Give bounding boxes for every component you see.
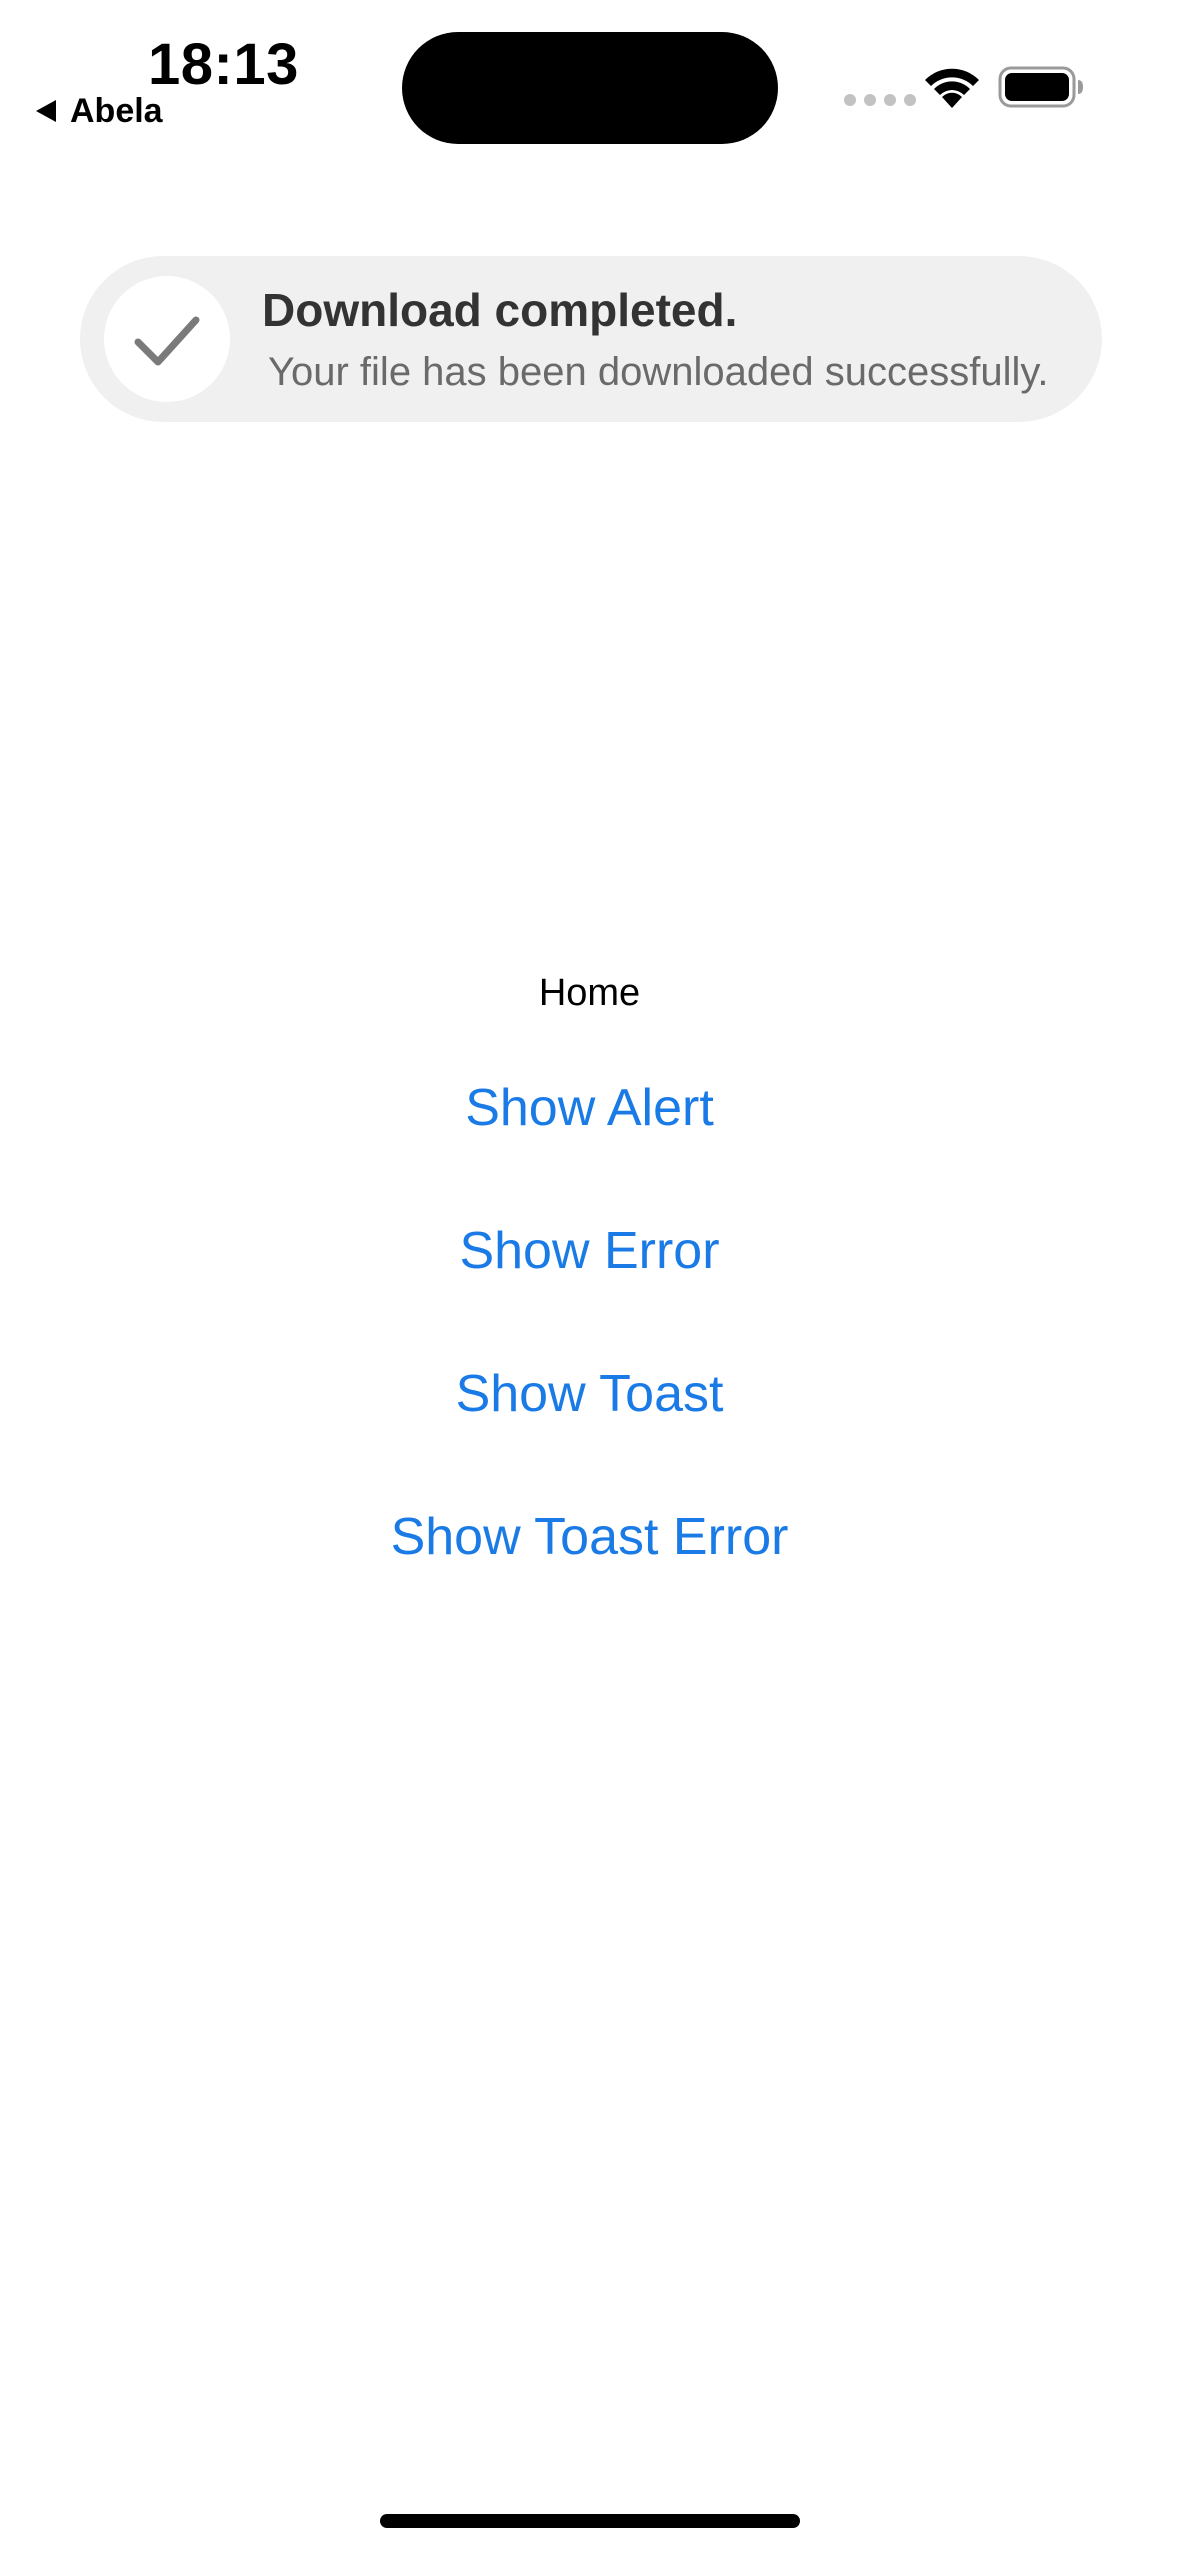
- toast-icon-container: [104, 276, 230, 402]
- show-toast-button[interactable]: Show Toast: [0, 1358, 1179, 1430]
- cellular-signal-icon: [844, 94, 916, 106]
- back-app-label: Abela: [70, 92, 163, 130]
- status-time: 18:13: [148, 32, 299, 97]
- wifi-icon: [925, 68, 979, 108]
- back-to-app-button[interactable]: Abela: [36, 88, 163, 134]
- toast-message: Your file has been downloaded successful…: [268, 350, 1049, 394]
- checkmark-icon: [134, 316, 200, 366]
- show-alert-button[interactable]: Show Alert: [0, 1072, 1179, 1144]
- home-indicator[interactable]: [380, 2514, 800, 2528]
- toast-title: Download completed.: [262, 284, 738, 336]
- dynamic-island: [402, 32, 778, 144]
- show-toast-error-button[interactable]: Show Toast Error: [0, 1501, 1179, 1573]
- page-title: Home: [538, 972, 641, 1014]
- show-error-button[interactable]: Show Error: [0, 1215, 1179, 1287]
- toast-notification[interactable]: Download completed. Your file has been d…: [80, 256, 1102, 422]
- battery-icon: [998, 66, 1083, 108]
- back-arrow-icon: [36, 100, 56, 122]
